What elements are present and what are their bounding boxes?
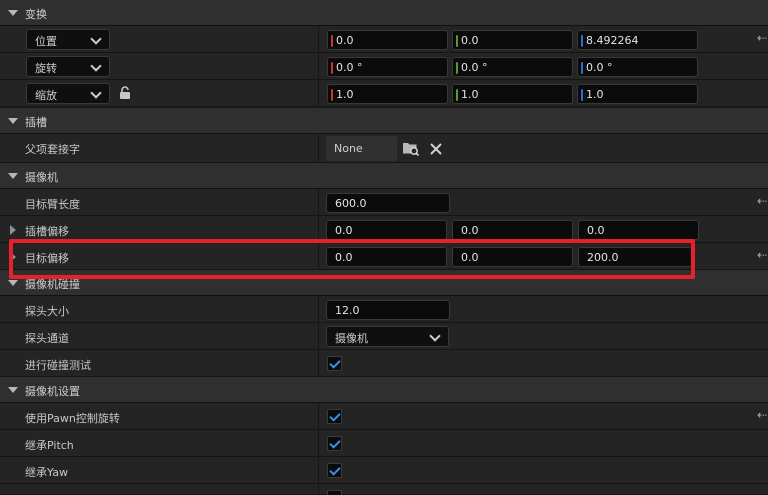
location-z-field[interactable]: 8.492264 xyxy=(577,30,698,50)
close-icon[interactable] xyxy=(429,142,443,159)
scale-row: 缩放 1.0 1.0 1.0 xyxy=(0,80,768,107)
scale-dropdown[interactable]: 缩放 xyxy=(26,83,110,104)
section-title: 摄像机设置 xyxy=(25,385,80,398)
partial-checkbox[interactable] xyxy=(327,490,342,495)
socket-offset-label: 插槽偏移 xyxy=(25,225,69,238)
collision-test-label: 进行碰撞测试 xyxy=(25,359,91,372)
collapse-arrow-icon[interactable] xyxy=(8,118,18,124)
reset-arrow-icon[interactable]: ⇠ xyxy=(757,31,767,45)
rotation-y-field[interactable]: 0.0 ° xyxy=(452,57,573,77)
parent-socket-row: 父项套接字 None xyxy=(0,134,768,163)
checkmark-icon xyxy=(329,410,341,422)
probe-size-row: 探头大小 12.0 xyxy=(0,296,768,323)
section-title: 摄像机 xyxy=(25,171,58,184)
checkmark-icon xyxy=(329,357,341,369)
probe-channel-label: 探头通道 xyxy=(25,332,69,345)
section-socket[interactable]: 插槽 xyxy=(0,108,768,134)
scale-y-field[interactable]: 1.0 xyxy=(452,84,573,104)
inherit-yaw-checkbox[interactable] xyxy=(327,463,342,478)
use-pawn-rotation-checkbox[interactable] xyxy=(327,409,342,424)
lock-icon[interactable] xyxy=(118,86,132,103)
use-pawn-rotation-label: 使用Pawn控制旋转 xyxy=(25,412,120,425)
collapse-arrow-icon[interactable] xyxy=(8,387,18,393)
reset-arrow-icon[interactable]: ⇠ xyxy=(757,408,767,422)
section-title: 变换 xyxy=(25,8,47,21)
probe-channel-dropdown[interactable]: 摄像机 xyxy=(326,326,449,347)
location-row: 位置 0.0 0.0 8.492264 ⇠ xyxy=(0,26,768,53)
section-transform[interactable]: 变换 xyxy=(0,0,768,26)
collapse-arrow-icon[interactable] xyxy=(8,10,18,16)
rotation-z-field[interactable]: 0.0 ° xyxy=(577,57,698,77)
highlight-box xyxy=(9,239,695,279)
reset-arrow-icon[interactable]: ⇠ xyxy=(757,194,767,208)
arm-length-row: 目标臂长度 600.0 ⇠ xyxy=(0,189,768,216)
scale-x-field[interactable]: 1.0 xyxy=(327,84,448,104)
use-pawn-rotation-row: 使用Pawn控制旋转 ⇠ xyxy=(0,403,768,430)
location-x-field[interactable]: 0.0 xyxy=(327,30,448,50)
reset-arrow-icon[interactable]: ⇠ xyxy=(757,248,767,262)
probe-size-label: 探头大小 xyxy=(25,305,69,318)
chevron-down-icon xyxy=(90,60,102,72)
section-camera[interactable]: 摄像机 xyxy=(0,163,768,189)
collision-test-checkbox[interactable] xyxy=(327,356,342,371)
probe-size-field[interactable]: 12.0 xyxy=(326,300,450,320)
inherit-pitch-label: 继承Pitch xyxy=(25,439,74,452)
parent-socket-field[interactable]: None xyxy=(326,136,397,161)
inherit-yaw-label: 继承Yaw xyxy=(25,466,68,479)
section-camera-settings[interactable]: 摄像机设置 xyxy=(0,377,768,403)
section-title: 插槽 xyxy=(25,116,47,129)
inherit-yaw-row: 继承Yaw xyxy=(0,457,768,484)
folder-search-icon[interactable] xyxy=(402,141,420,160)
socket-offset-x-field[interactable]: 0.0 xyxy=(326,220,447,240)
partial-row xyxy=(0,484,768,495)
checkmark-icon xyxy=(329,437,341,449)
chevron-down-icon xyxy=(429,330,441,342)
socket-offset-y-field[interactable]: 0.0 xyxy=(452,220,573,240)
location-y-field[interactable]: 0.0 xyxy=(452,30,573,50)
probe-channel-row: 探头通道 摄像机 xyxy=(0,323,768,350)
collapse-arrow-icon[interactable] xyxy=(8,173,18,179)
arm-length-label: 目标臂长度 xyxy=(25,198,80,211)
checkmark-icon xyxy=(329,464,341,476)
inherit-pitch-row: 继承Pitch xyxy=(0,430,768,457)
arm-length-field[interactable]: 600.0 xyxy=(326,193,450,213)
chevron-down-icon xyxy=(90,87,102,99)
location-dropdown[interactable]: 位置 xyxy=(26,29,110,50)
socket-offset-z-field[interactable]: 0.0 xyxy=(578,220,699,240)
collapse-arrow-icon[interactable] xyxy=(8,280,18,286)
rotation-x-field[interactable]: 0.0 ° xyxy=(327,57,448,77)
rotation-row: 旋转 0.0 ° 0.0 ° 0.0 ° xyxy=(0,53,768,80)
parent-socket-label: 父项套接字 xyxy=(25,143,80,156)
rotation-dropdown[interactable]: 旋转 xyxy=(26,56,110,77)
expand-arrow-icon[interactable] xyxy=(10,225,16,235)
inherit-pitch-checkbox[interactable] xyxy=(327,436,342,451)
collision-test-row: 进行碰撞测试 xyxy=(0,350,768,377)
chevron-down-icon xyxy=(90,33,102,45)
scale-z-field[interactable]: 1.0 xyxy=(577,84,698,104)
